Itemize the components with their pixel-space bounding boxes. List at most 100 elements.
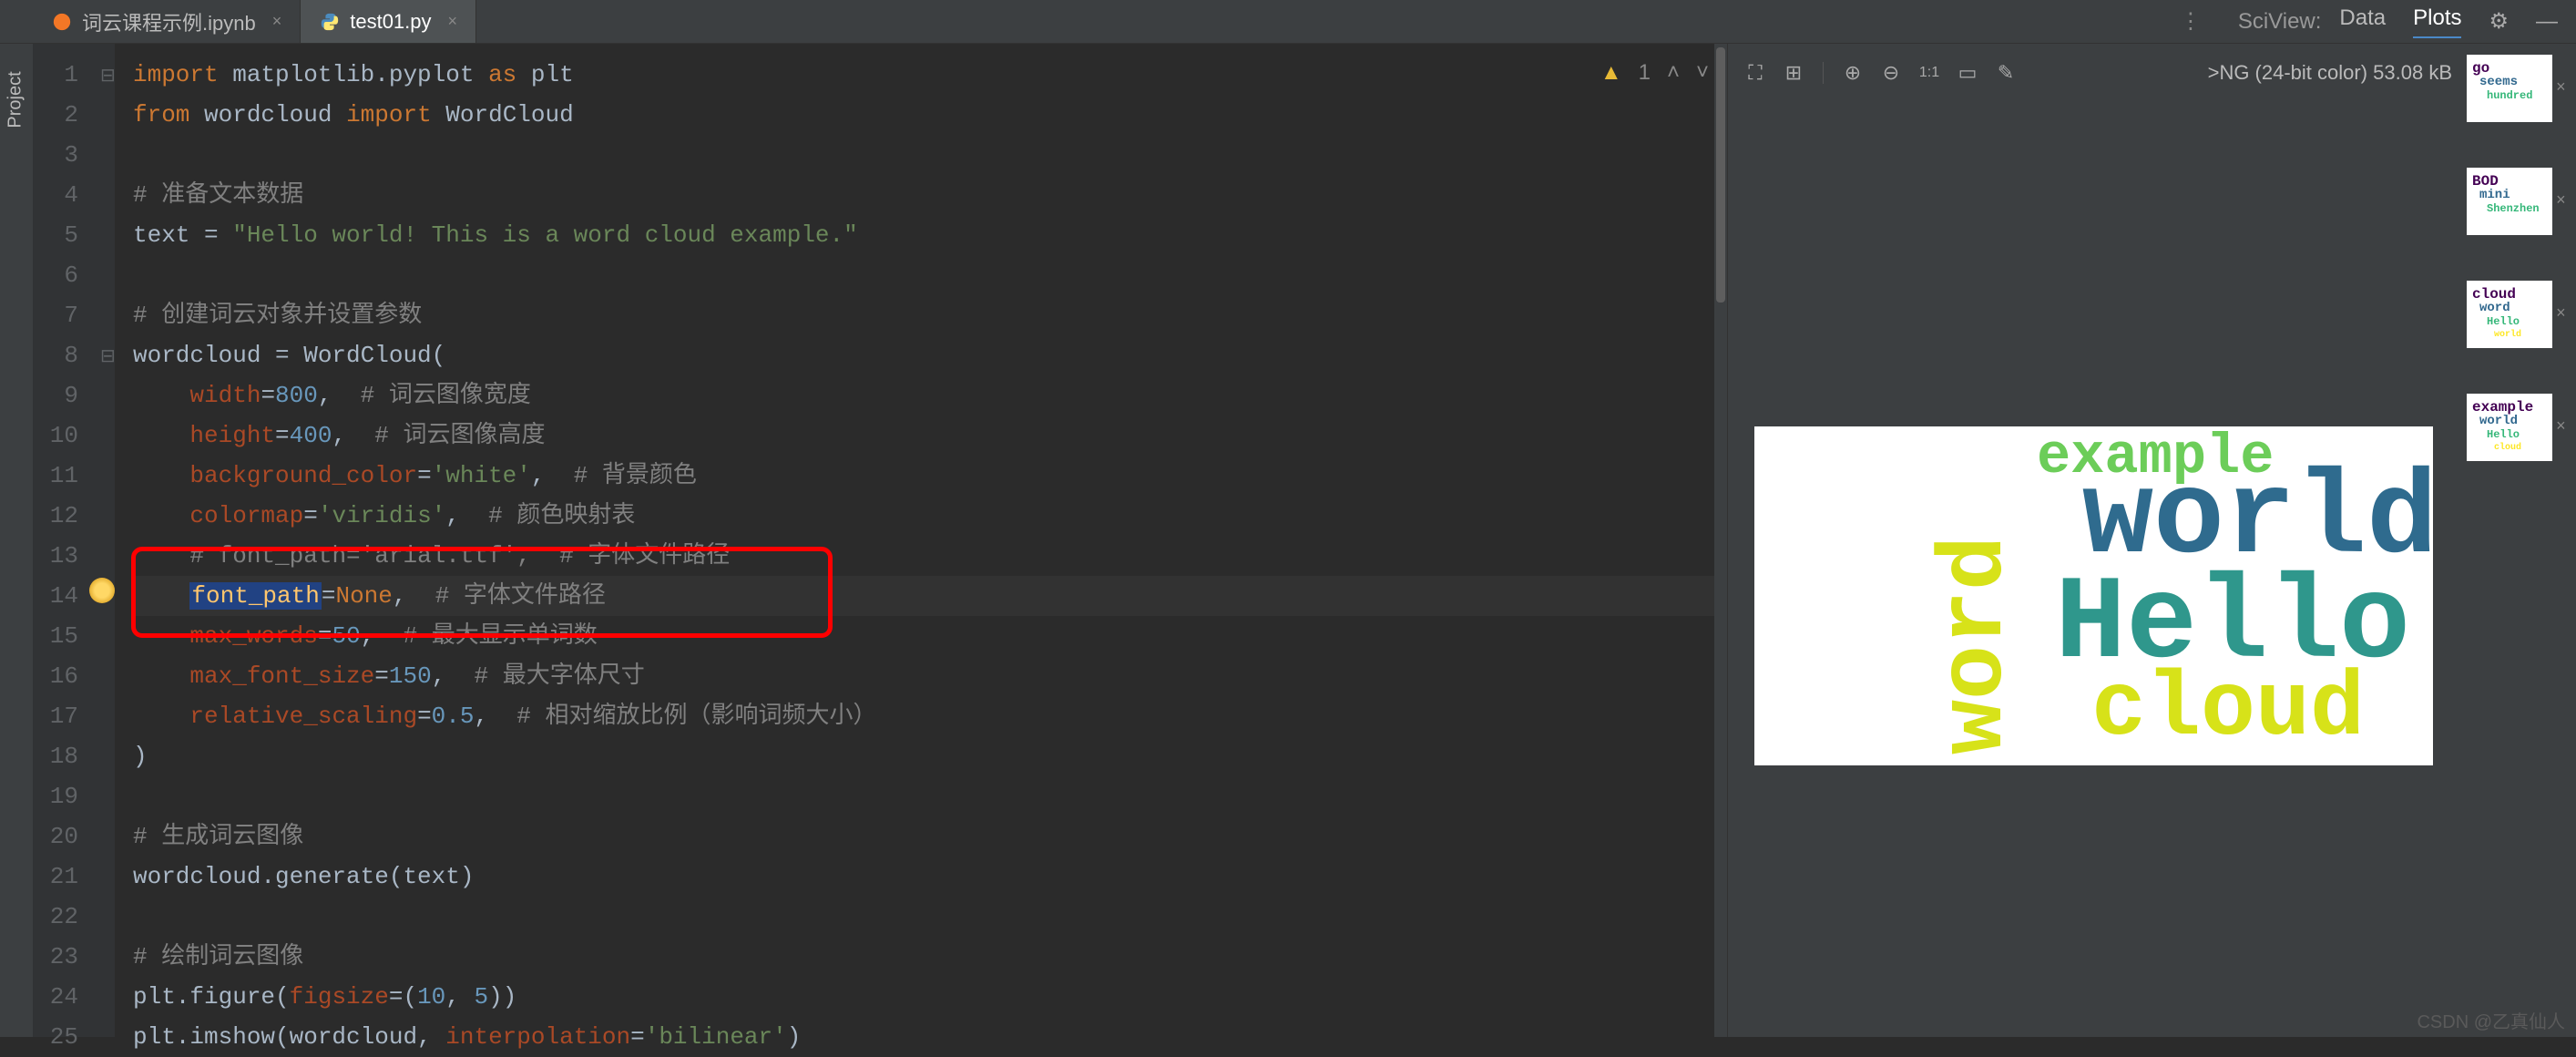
- zoom-in-icon[interactable]: ⊕: [1840, 60, 1866, 86]
- line-number: 6: [33, 255, 86, 295]
- code-line[interactable]: # 准备文本数据: [133, 175, 1727, 215]
- line-number: 12: [33, 496, 86, 536]
- close-icon[interactable]: ×: [2556, 305, 2566, 323]
- code-line[interactable]: wordcloud = WordCloud(: [133, 335, 1727, 375]
- code-line[interactable]: text = "Hello world! This is a word clou…: [133, 215, 1727, 255]
- code-line[interactable]: [133, 897, 1727, 937]
- code-line[interactable]: plt.imshow(wordcloud, interpolation='bil…: [133, 1017, 1727, 1057]
- code-line[interactable]: # font_path='arial.ttf', # 字体文件路径: [133, 536, 1727, 576]
- line-number: 25: [33, 1017, 86, 1057]
- code-line[interactable]: font_path=None, # 字体文件路径: [133, 576, 1727, 616]
- line-number: 4: [33, 175, 86, 215]
- fold-icon[interactable]: ⊟: [100, 64, 116, 87]
- fit-icon[interactable]: ▭: [1955, 60, 1980, 86]
- wordcloud-word: cloud: [2091, 659, 2365, 762]
- fold-icon[interactable]: ⊟: [100, 344, 116, 368]
- close-icon[interactable]: ×: [272, 12, 282, 31]
- jupyter-icon: [51, 11, 73, 33]
- sciview-header: ⋮ SciView: Data Plots ⚙ —: [2180, 0, 2576, 43]
- line-number: 18: [33, 736, 86, 776]
- code-line[interactable]: # 生成词云图像: [133, 816, 1727, 857]
- warning-count: 1: [1639, 60, 1651, 86]
- top-bar: 词云课程示例.ipynb × test01.py × ⋮ SciView: Da…: [0, 0, 2576, 44]
- line-number: 15: [33, 616, 86, 656]
- code-line[interactable]: import matplotlib.pyplot as plt: [133, 55, 1727, 95]
- code-line[interactable]: height=400, # 词云图像高度: [133, 416, 1727, 456]
- tab-label: test01.py: [350, 10, 431, 34]
- close-icon[interactable]: ×: [448, 12, 458, 31]
- line-number: 1: [33, 55, 86, 95]
- code-line[interactable]: max_font_size=150, # 最大字体尺寸: [133, 656, 1727, 696]
- line-number: 20: [33, 816, 86, 857]
- zoom-out-icon[interactable]: ⊖: [1878, 60, 1904, 86]
- code-line[interactable]: from wordcloud import WordCloud: [133, 95, 1727, 135]
- thumbnail-row: cloud word Hello world ×: [2467, 281, 2569, 348]
- previous-highlight-icon[interactable]: ˄: [1667, 60, 1680, 86]
- code-line[interactable]: # 绘制词云图像: [133, 937, 1727, 977]
- line-number: 13: [33, 536, 86, 576]
- code-line[interactable]: background_color='white', # 背景颜色: [133, 456, 1727, 496]
- tab-python-active[interactable]: test01.py ×: [301, 0, 476, 43]
- code-line[interactable]: width=800, # 词云图像宽度: [133, 375, 1727, 416]
- plot-toolbar: ⛶ ⊞ ⊕ ⊖ 1:1 ▭ ✎ >NG (24-bit color) 53.08…: [1728, 53, 2467, 93]
- thumbnail-row: go seems hundred ×: [2467, 55, 2569, 122]
- editor-pane: 1234567891011121314151617181920212223242…: [33, 44, 1727, 1037]
- code-area[interactable]: import matplotlib.pyplot as pltfrom word…: [133, 44, 1727, 1037]
- plot-thumbnail[interactable]: cloud word Hello world: [2467, 281, 2552, 348]
- line-number: 11: [33, 456, 86, 496]
- code-line[interactable]: max_words=50, # 最大显示单词数: [133, 616, 1727, 656]
- watermark: CSDN @乙真仙人: [2417, 1007, 2565, 1033]
- gear-icon[interactable]: ⚙: [2489, 8, 2509, 35]
- main-area: 1234567891011121314151617181920212223242…: [33, 44, 2576, 1037]
- code-line[interactable]: [133, 255, 1727, 295]
- plot-viewport[interactable]: worldHellocloudexampleword: [1728, 44, 2459, 1037]
- code-line[interactable]: [133, 135, 1727, 175]
- wordcloud-word: example: [2037, 425, 2274, 489]
- line-number: 19: [33, 776, 86, 816]
- line-number: 2: [33, 95, 86, 135]
- sciview-label: SciView:: [2238, 9, 2322, 35]
- line-number: 23: [33, 937, 86, 977]
- warning-icon[interactable]: ▲: [1600, 60, 1622, 86]
- sciview-tabs: Data Plots: [2339, 5, 2461, 38]
- grid-icon[interactable]: ⊞: [1781, 60, 1806, 86]
- next-highlight-icon[interactable]: ˅: [1696, 60, 1709, 86]
- intention-bulb-icon[interactable]: [89, 578, 115, 603]
- color-picker-icon[interactable]: ✎: [1993, 60, 2019, 86]
- close-icon[interactable]: ×: [2556, 79, 2566, 97]
- code-line[interactable]: relative_scaling=0.5, # 相对缩放比例（影响词频大小）: [133, 696, 1727, 736]
- tab-plots[interactable]: Plots: [2413, 5, 2461, 38]
- fullscreen-icon[interactable]: ⛶: [1743, 60, 1768, 86]
- minimize-icon[interactable]: —: [2536, 9, 2558, 35]
- code-line[interactable]: [133, 776, 1727, 816]
- code-line[interactable]: # 创建词云对象并设置参数: [133, 295, 1727, 335]
- plot-thumbnail[interactable]: BOD mini Shenzhen: [2467, 168, 2552, 235]
- thumbnail-list: go seems hundred ×BOD mini Shenzhen ×clo…: [2459, 44, 2576, 1037]
- editor-status-bar: ▲ 1 ˄ ˅: [1600, 60, 1709, 86]
- scrollbar-thumb[interactable]: [1716, 47, 1725, 303]
- plot-info: >NG (24-bit color) 53.08 kB: [2208, 61, 2452, 85]
- sciview-pane: ⛶ ⊞ ⊕ ⊖ 1:1 ▭ ✎ >NG (24-bit color) 53.08…: [1727, 44, 2576, 1037]
- line-number: 10: [33, 416, 86, 456]
- wordcloud-word: word: [1926, 536, 2029, 754]
- code-line[interactable]: plt.figure(figsize=(10, 5)): [133, 977, 1727, 1017]
- tab-notebook[interactable]: 词云课程示例.ipynb ×: [33, 0, 301, 43]
- code-line[interactable]: ): [133, 736, 1727, 776]
- close-icon[interactable]: ×: [2556, 192, 2566, 210]
- scrollbar-vertical[interactable]: [1714, 44, 1727, 1037]
- wordcloud-image: worldHellocloudexampleword: [1754, 426, 2433, 765]
- line-number: 5: [33, 215, 86, 255]
- line-number: 21: [33, 857, 86, 897]
- close-icon[interactable]: ×: [2556, 418, 2566, 436]
- code-line[interactable]: colormap='viridis', # 颜色映射表: [133, 496, 1727, 536]
- plot-thumbnail[interactable]: go seems hundred: [2467, 55, 2552, 122]
- plot-thumbnail[interactable]: example world Hello cloud: [2467, 394, 2552, 461]
- actual-size-icon[interactable]: 1:1: [1917, 60, 1942, 86]
- code-line[interactable]: wordcloud.generate(text): [133, 857, 1727, 897]
- line-number: 16: [33, 656, 86, 696]
- tab-data[interactable]: Data: [2339, 5, 2386, 38]
- thumbnail-row: example world Hello cloud ×: [2467, 394, 2569, 461]
- project-tool-window[interactable]: Project: [0, 44, 33, 1037]
- editor-tabs: 词云课程示例.ipynb × test01.py ×: [33, 0, 476, 43]
- more-icon[interactable]: ⋮: [2180, 8, 2202, 35]
